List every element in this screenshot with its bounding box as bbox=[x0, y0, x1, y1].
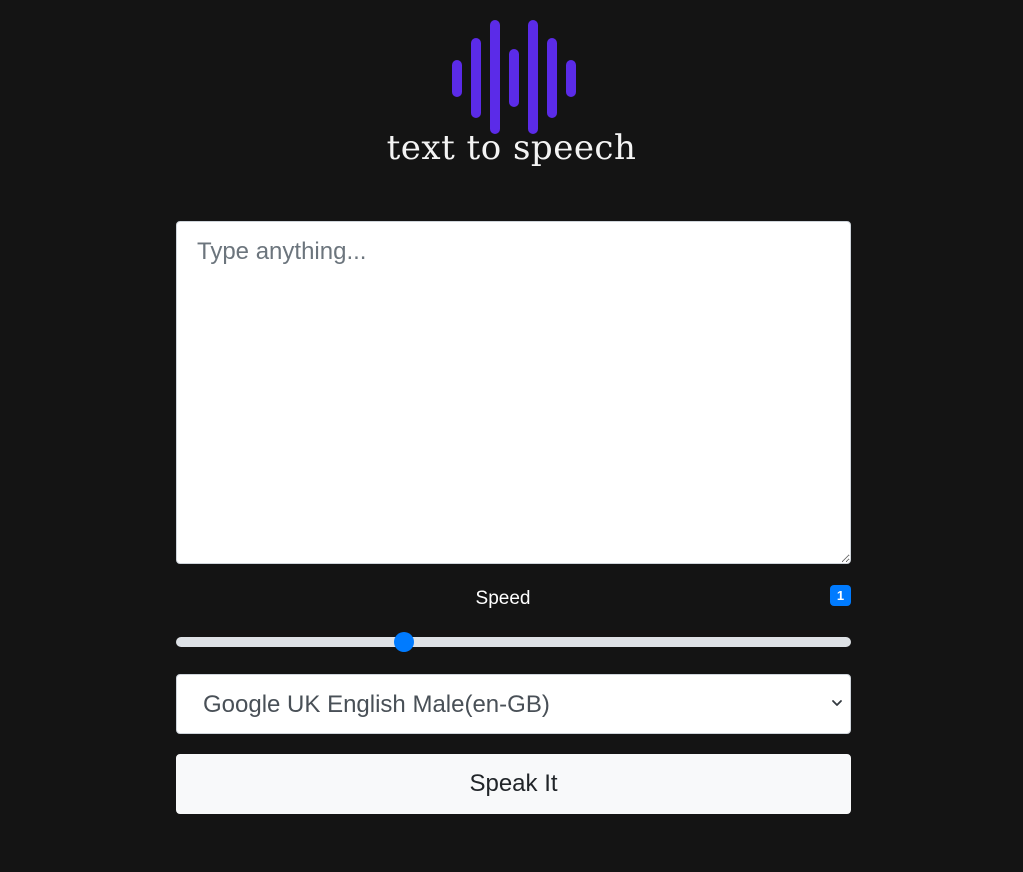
voice-select[interactable]: Google UK English Male(en-GB) bbox=[176, 674, 851, 734]
voice-select-value: Google UK English Male(en-GB) bbox=[203, 691, 550, 718]
speed-slider[interactable] bbox=[176, 632, 851, 652]
text-input[interactable] bbox=[176, 221, 851, 564]
speed-slider-track[interactable] bbox=[176, 637, 851, 647]
speed-label: Speed bbox=[475, 588, 531, 609]
logo bbox=[0, 16, 1023, 138]
logo-text: text to speech bbox=[386, 128, 637, 168]
speak-button[interactable]: Speak It bbox=[176, 754, 851, 814]
page: text to speech Speed 1 Google UK English… bbox=[0, 0, 1023, 872]
chevron-down-icon bbox=[832, 700, 842, 706]
speed-value-badge: 1 bbox=[830, 585, 851, 606]
speed-slider-thumb[interactable] bbox=[394, 632, 415, 652]
sound-wave-icon bbox=[451, 20, 576, 134]
